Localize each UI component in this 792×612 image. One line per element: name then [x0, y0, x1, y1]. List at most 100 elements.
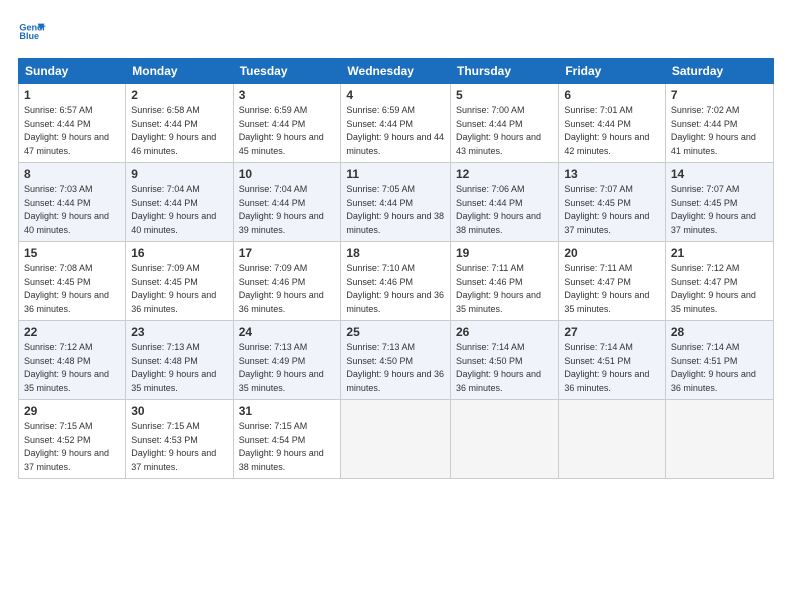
- daylight-label: Daylight: 9 hours and 37 minutes.: [564, 211, 649, 235]
- logo-icon: General Blue: [18, 18, 46, 46]
- day-cell-26: 26 Sunrise: 7:14 AM Sunset: 4:50 PM Dayl…: [451, 321, 559, 400]
- day-cell-21: 21 Sunrise: 7:12 AM Sunset: 4:47 PM Dayl…: [665, 242, 773, 321]
- sunset-label: Sunset: 4:54 PM: [239, 435, 306, 445]
- sunrise-label: Sunrise: 7:11 AM: [564, 263, 632, 273]
- daylight-label: Daylight: 9 hours and 36 minutes.: [671, 369, 756, 393]
- sunrise-label: Sunrise: 7:12 AM: [671, 263, 740, 273]
- day-cell-18: 18 Sunrise: 7:10 AM Sunset: 4:46 PM Dayl…: [341, 242, 451, 321]
- day-cell-15: 15 Sunrise: 7:08 AM Sunset: 4:45 PM Dayl…: [19, 242, 126, 321]
- sunrise-label: Sunrise: 7:07 AM: [564, 184, 633, 194]
- sunrise-label: Sunrise: 7:10 AM: [346, 263, 415, 273]
- day-number: 22: [24, 325, 120, 339]
- day-cell-2: 2 Sunrise: 6:58 AM Sunset: 4:44 PM Dayli…: [126, 84, 233, 163]
- day-number: 7: [671, 88, 768, 102]
- daylight-label: Daylight: 9 hours and 36 minutes.: [456, 369, 541, 393]
- daylight-label: Daylight: 9 hours and 35 minutes.: [456, 290, 541, 314]
- daylight-label: Daylight: 9 hours and 36 minutes.: [239, 290, 324, 314]
- daylight-label: Daylight: 9 hours and 36 minutes.: [346, 290, 444, 314]
- daylight-label: Daylight: 9 hours and 35 minutes.: [671, 290, 756, 314]
- header-cell-friday: Friday: [559, 59, 666, 84]
- sunrise-label: Sunrise: 7:02 AM: [671, 105, 740, 115]
- sunset-label: Sunset: 4:45 PM: [671, 198, 738, 208]
- day-info: Sunrise: 7:13 AM Sunset: 4:50 PM Dayligh…: [346, 341, 445, 395]
- daylight-label: Daylight: 9 hours and 35 minutes.: [131, 369, 216, 393]
- day-number: 3: [239, 88, 336, 102]
- sunset-label: Sunset: 4:44 PM: [24, 119, 91, 129]
- day-number: 26: [456, 325, 553, 339]
- day-number: 16: [131, 246, 227, 260]
- sunset-label: Sunset: 4:44 PM: [239, 119, 306, 129]
- sunrise-label: Sunrise: 6:57 AM: [24, 105, 93, 115]
- day-info: Sunrise: 6:59 AM Sunset: 4:44 PM Dayligh…: [346, 104, 445, 158]
- sunset-label: Sunset: 4:45 PM: [24, 277, 91, 287]
- daylight-label: Daylight: 9 hours and 36 minutes.: [346, 369, 444, 393]
- sunset-label: Sunset: 4:44 PM: [564, 119, 631, 129]
- day-number: 23: [131, 325, 227, 339]
- day-info: Sunrise: 7:11 AM Sunset: 4:46 PM Dayligh…: [456, 262, 553, 316]
- day-info: Sunrise: 7:12 AM Sunset: 4:47 PM Dayligh…: [671, 262, 768, 316]
- sunset-label: Sunset: 4:44 PM: [239, 198, 306, 208]
- day-cell-24: 24 Sunrise: 7:13 AM Sunset: 4:49 PM Dayl…: [233, 321, 341, 400]
- daylight-label: Daylight: 9 hours and 47 minutes.: [24, 132, 109, 156]
- sunset-label: Sunset: 4:44 PM: [346, 119, 413, 129]
- sunset-label: Sunset: 4:45 PM: [564, 198, 631, 208]
- day-info: Sunrise: 7:13 AM Sunset: 4:48 PM Dayligh…: [131, 341, 227, 395]
- day-cell-12: 12 Sunrise: 7:06 AM Sunset: 4:44 PM Dayl…: [451, 163, 559, 242]
- day-info: Sunrise: 7:02 AM Sunset: 4:44 PM Dayligh…: [671, 104, 768, 158]
- sunset-label: Sunset: 4:48 PM: [131, 356, 198, 366]
- day-info: Sunrise: 7:04 AM Sunset: 4:44 PM Dayligh…: [131, 183, 227, 237]
- day-number: 18: [346, 246, 445, 260]
- sunrise-label: Sunrise: 7:15 AM: [131, 421, 200, 431]
- sunrise-label: Sunrise: 7:13 AM: [131, 342, 200, 352]
- day-info: Sunrise: 7:15 AM Sunset: 4:54 PM Dayligh…: [239, 420, 336, 474]
- day-number: 24: [239, 325, 336, 339]
- sunrise-label: Sunrise: 7:15 AM: [239, 421, 308, 431]
- daylight-label: Daylight: 9 hours and 40 minutes.: [24, 211, 109, 235]
- sunset-label: Sunset: 4:46 PM: [456, 277, 523, 287]
- day-info: Sunrise: 7:07 AM Sunset: 4:45 PM Dayligh…: [564, 183, 660, 237]
- day-info: Sunrise: 7:10 AM Sunset: 4:46 PM Dayligh…: [346, 262, 445, 316]
- calendar-week-1: 1 Sunrise: 6:57 AM Sunset: 4:44 PM Dayli…: [19, 84, 774, 163]
- calendar-week-3: 15 Sunrise: 7:08 AM Sunset: 4:45 PM Dayl…: [19, 242, 774, 321]
- daylight-label: Daylight: 9 hours and 41 minutes.: [671, 132, 756, 156]
- daylight-label: Daylight: 9 hours and 44 minutes.: [346, 132, 444, 156]
- day-cell-9: 9 Sunrise: 7:04 AM Sunset: 4:44 PM Dayli…: [126, 163, 233, 242]
- header-cell-tuesday: Tuesday: [233, 59, 341, 84]
- sunrise-label: Sunrise: 7:14 AM: [671, 342, 740, 352]
- sunset-label: Sunset: 4:46 PM: [346, 277, 413, 287]
- day-cell-27: 27 Sunrise: 7:14 AM Sunset: 4:51 PM Dayl…: [559, 321, 666, 400]
- day-number: 4: [346, 88, 445, 102]
- sunset-label: Sunset: 4:44 PM: [671, 119, 738, 129]
- day-info: Sunrise: 7:08 AM Sunset: 4:45 PM Dayligh…: [24, 262, 120, 316]
- sunset-label: Sunset: 4:47 PM: [671, 277, 738, 287]
- day-number: 29: [24, 404, 120, 418]
- day-number: 8: [24, 167, 120, 181]
- calendar-week-4: 22 Sunrise: 7:12 AM Sunset: 4:48 PM Dayl…: [19, 321, 774, 400]
- day-cell-23: 23 Sunrise: 7:13 AM Sunset: 4:48 PM Dayl…: [126, 321, 233, 400]
- daylight-label: Daylight: 9 hours and 38 minutes.: [346, 211, 444, 235]
- daylight-label: Daylight: 9 hours and 36 minutes.: [24, 290, 109, 314]
- daylight-label: Daylight: 9 hours and 35 minutes.: [564, 290, 649, 314]
- day-cell-20: 20 Sunrise: 7:11 AM Sunset: 4:47 PM Dayl…: [559, 242, 666, 321]
- daylight-label: Daylight: 9 hours and 37 minutes.: [671, 211, 756, 235]
- sunrise-label: Sunrise: 7:09 AM: [131, 263, 200, 273]
- day-cell-31: 31 Sunrise: 7:15 AM Sunset: 4:54 PM Dayl…: [233, 400, 341, 479]
- sunrise-label: Sunrise: 7:11 AM: [456, 263, 524, 273]
- sunrise-label: Sunrise: 7:15 AM: [24, 421, 93, 431]
- daylight-label: Daylight: 9 hours and 39 minutes.: [239, 211, 324, 235]
- empty-cell: [341, 400, 451, 479]
- day-cell-10: 10 Sunrise: 7:04 AM Sunset: 4:44 PM Dayl…: [233, 163, 341, 242]
- day-number: 20: [564, 246, 660, 260]
- day-cell-17: 17 Sunrise: 7:09 AM Sunset: 4:46 PM Dayl…: [233, 242, 341, 321]
- sunrise-label: Sunrise: 7:13 AM: [346, 342, 415, 352]
- daylight-label: Daylight: 9 hours and 37 minutes.: [24, 448, 109, 472]
- sunset-label: Sunset: 4:52 PM: [24, 435, 91, 445]
- day-number: 19: [456, 246, 553, 260]
- day-info: Sunrise: 7:09 AM Sunset: 4:45 PM Dayligh…: [131, 262, 227, 316]
- day-info: Sunrise: 7:00 AM Sunset: 4:44 PM Dayligh…: [456, 104, 553, 158]
- daylight-label: Daylight: 9 hours and 36 minutes.: [131, 290, 216, 314]
- daylight-label: Daylight: 9 hours and 38 minutes.: [456, 211, 541, 235]
- logo: General Blue: [18, 18, 50, 46]
- day-cell-25: 25 Sunrise: 7:13 AM Sunset: 4:50 PM Dayl…: [341, 321, 451, 400]
- sunset-label: Sunset: 4:50 PM: [456, 356, 523, 366]
